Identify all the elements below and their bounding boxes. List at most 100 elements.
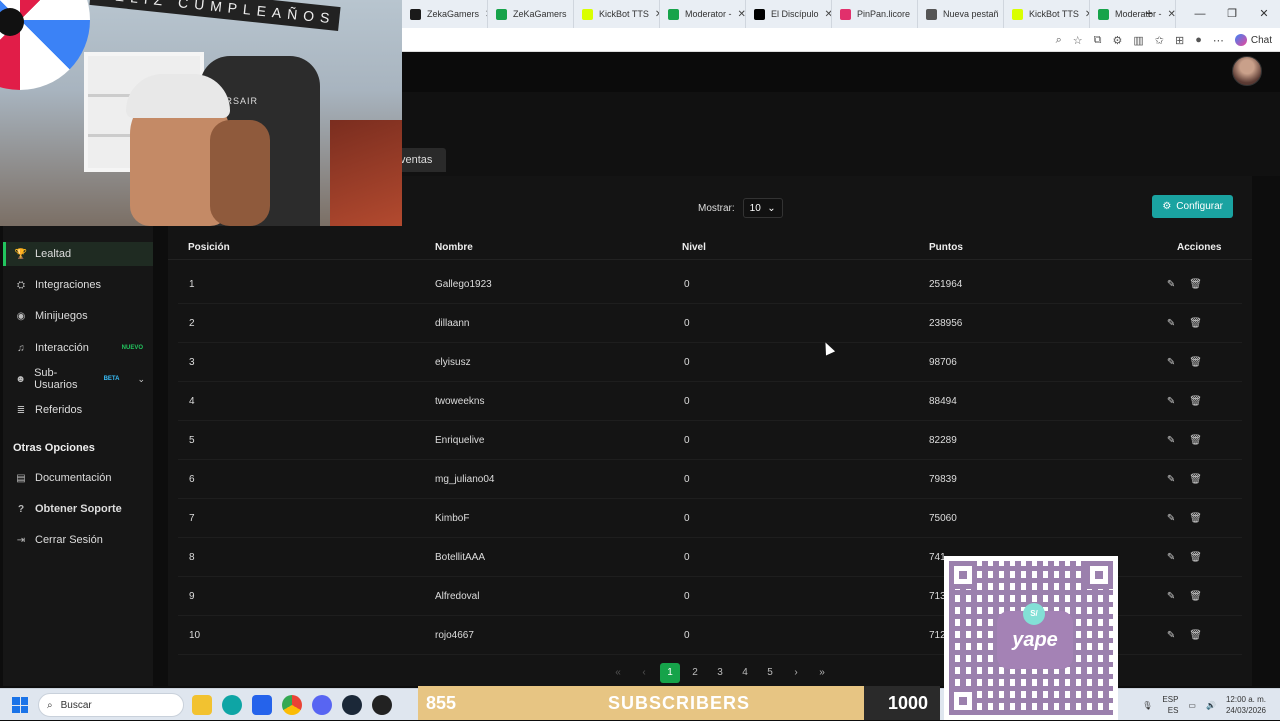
browser-tab[interactable]: El Discípulo ✕	[746, 0, 832, 28]
trash-icon[interactable]: 🗑	[1189, 357, 1202, 368]
edit-icon[interactable]: ✎	[1167, 396, 1175, 407]
steam-icon[interactable]	[342, 695, 362, 715]
tab-label: Nueva pestañ	[943, 9, 999, 19]
edit-icon[interactable]: ✎	[1167, 318, 1175, 329]
search-icon: ⌕	[47, 699, 53, 711]
edit-icon[interactable]: ✎	[1167, 357, 1175, 368]
table-row: 4 twoweekns 0 88494 ✎ 🗑	[178, 382, 1242, 421]
tab-favicon-icon	[926, 8, 937, 20]
trash-icon[interactable]: 🗑	[1189, 318, 1202, 329]
clock[interactable]: 12:00 a. m. 24/03/2026	[1226, 694, 1266, 716]
header-name[interactable]: Nombre	[435, 236, 473, 260]
new-tab-button[interactable]: +	[1145, 5, 1153, 21]
cell-position: 3	[189, 357, 195, 368]
subscribers-label: SUBSCRIBERS	[607, 693, 751, 713]
page-button[interactable]: 2	[685, 663, 705, 683]
sidebar-item-minijuegos[interactable]: ◉ Minijuegos	[3, 304, 153, 328]
close-tab-icon[interactable]: ✕	[825, 9, 831, 20]
edit-icon[interactable]: ✎	[1167, 435, 1175, 446]
page-button[interactable]: 4	[735, 663, 755, 683]
header-points[interactable]: Puntos	[929, 236, 963, 260]
sidebar-item-subusuarios[interactable]: ☻ Sub-Usuarios BETA ⌄	[3, 367, 153, 391]
trash-icon[interactable]: 🗑	[1189, 474, 1202, 485]
close-tab-icon[interactable]: ✕	[738, 9, 745, 20]
trash-icon[interactable]: 🗑	[1189, 279, 1202, 290]
table-header: Posición Nombre Nivel Puntos Acciones	[168, 236, 1252, 260]
sidebar-item-integraciones[interactable]: ⛭ Integraciones	[3, 273, 153, 297]
streamer-cap	[126, 74, 230, 118]
volume-icon[interactable]: 🔊	[1206, 701, 1216, 710]
edit-icon[interactable]: ✎	[1167, 552, 1175, 563]
browser-tab[interactable]: Nueva pestañ✕	[918, 0, 1004, 28]
row-actions: ✎ 🗑	[1167, 304, 1202, 343]
avatar[interactable]	[1232, 56, 1262, 86]
windows-start-icon[interactable]	[12, 697, 28, 713]
browser-tab[interactable]: Moderator - ✕	[1090, 0, 1176, 28]
close-window-icon[interactable]: ✕	[1248, 0, 1280, 28]
sidebar-item-referidos[interactable]: ≣ Referidos	[3, 398, 153, 422]
header-level[interactable]: Nivel	[682, 236, 706, 260]
edit-icon[interactable]: ✎	[1167, 591, 1175, 602]
favorite-star-icon[interactable]: ☆	[1073, 34, 1083, 47]
trash-icon[interactable]: 🗑	[1189, 630, 1202, 641]
restore-icon[interactable]: ❐	[1216, 0, 1248, 28]
trash-icon[interactable]: 🗑	[1189, 591, 1202, 602]
more-icon[interactable]: ⋯	[1213, 34, 1224, 47]
first-page-button[interactable]: «	[608, 663, 628, 683]
taskbar-search[interactable]: ⌕ Buscar	[38, 693, 184, 717]
edit-icon[interactable]: ✎	[1167, 630, 1175, 641]
chevron-down-icon[interactable]: ⌄	[137, 374, 145, 385]
next-page-button[interactable]: ›	[786, 663, 806, 683]
edit-icon[interactable]: ✎	[1167, 513, 1175, 524]
browser-tab[interactable]: KickBot TTS✕	[574, 0, 660, 28]
minimize-icon[interactable]: —	[1184, 0, 1216, 28]
settings-icon[interactable]: ⚙	[1113, 34, 1123, 47]
mic-icon[interactable]: 🎙	[1142, 701, 1152, 710]
tab-ventas[interactable]: ventas	[398, 148, 447, 172]
sidebar-item-interaccin[interactable]: ♫ Interacción NUEVO	[3, 336, 153, 360]
chat-button[interactable]: Chat	[1234, 34, 1272, 46]
browser-tab[interactable]: ZekaGamers✕	[402, 0, 488, 28]
network-icon[interactable]: ▭	[1188, 701, 1196, 710]
tab-label: ZeKaGamers	[513, 9, 567, 19]
sidebar-item-obtenersoporte[interactable]: ? Obtener Soporte	[3, 497, 153, 521]
collections-icon[interactable]: ▥	[1133, 34, 1143, 47]
favorites-icon[interactable]: ✩	[1155, 34, 1164, 47]
show-label: Mostrar:	[698, 202, 735, 214]
edit-icon[interactable]: ✎	[1167, 474, 1175, 485]
edit-icon[interactable]: ✎	[1167, 279, 1175, 290]
page-button[interactable]: 1	[660, 663, 680, 683]
page-button[interactable]: 3	[710, 663, 730, 683]
sidebar-item-lealtad[interactable]: 🏆 Lealtad	[3, 242, 153, 266]
discord-icon[interactable]	[312, 695, 332, 715]
obs-icon[interactable]	[372, 695, 392, 715]
trash-icon[interactable]: 🗑	[1189, 396, 1202, 407]
browser-tab[interactable]: ZeKaGamers✕	[488, 0, 574, 28]
page-size-select[interactable]: 10 ⌄	[742, 198, 783, 218]
sidebar-item-cerrarsesin[interactable]: ⇥ Cerrar Sesión	[3, 528, 153, 552]
browser-tab[interactable]: Moderator - ✕	[660, 0, 746, 28]
edge-icon[interactable]	[222, 695, 242, 715]
trash-icon[interactable]: 🗑	[1189, 552, 1202, 563]
copilot-icon[interactable]: ⊞	[1175, 34, 1184, 47]
prev-page-button[interactable]: ‹	[634, 663, 654, 683]
trash-icon[interactable]: 🗑	[1189, 435, 1202, 446]
users-icon: ☻	[15, 373, 26, 385]
configure-button[interactable]: ⚙ Configurar	[1152, 195, 1233, 218]
zoom-icon[interactable]: ⌕	[1056, 34, 1062, 47]
header-position[interactable]: Posición	[188, 236, 230, 260]
browser-tab[interactable]: PinPan.licore✕	[832, 0, 918, 28]
file-explorer-icon[interactable]	[192, 695, 212, 715]
profile-icon[interactable]: ●	[1195, 34, 1202, 46]
last-page-button[interactable]: »	[812, 663, 832, 683]
close-tab-icon[interactable]: ✕	[1168, 9, 1175, 20]
trash-icon[interactable]: 🗑	[1189, 513, 1202, 524]
chrome-icon[interactable]	[282, 695, 302, 715]
sidebar-item-documentacin[interactable]: ▤ Documentación	[3, 466, 153, 490]
cell-level: 0	[684, 474, 690, 485]
browser-tab[interactable]: KickBot TTS✕	[1004, 0, 1090, 28]
extensions-icon[interactable]: ⧉	[1094, 34, 1102, 47]
page-button[interactable]: 5	[760, 663, 780, 683]
language-indicator[interactable]: ESP ES	[1162, 694, 1178, 716]
store-icon[interactable]	[252, 695, 272, 715]
